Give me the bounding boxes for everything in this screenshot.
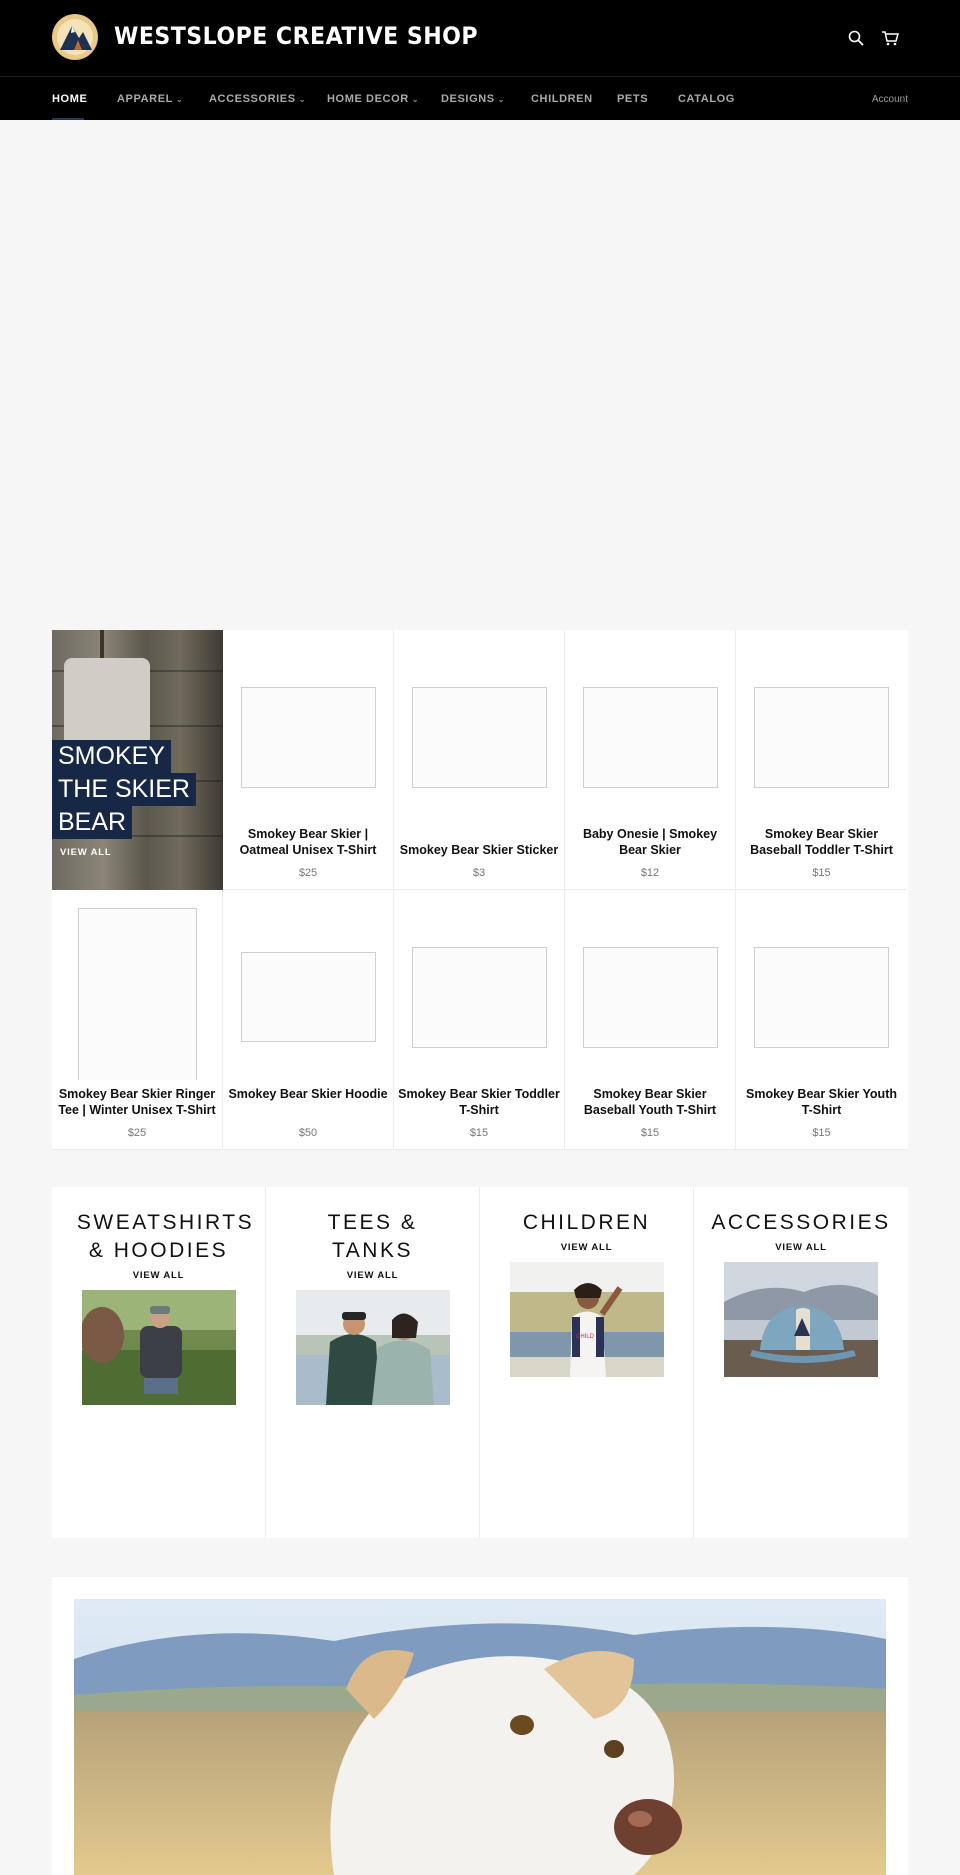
brand-name[interactable]: WESTSLOPE CREATIVE SHOP (114, 22, 478, 50)
nav-item-designs[interactable]: DESIGNS ⌄ (441, 93, 505, 105)
collection-title-line[interactable]: ACCESSORIES (694, 1209, 908, 1237)
collection-image[interactable] (724, 1262, 878, 1377)
product-card[interactable]: Smokey Bear Skier Hoodie $50 (223, 890, 394, 1150)
account-link[interactable]: Account (872, 94, 908, 105)
product-price: $25 (127, 1127, 147, 1139)
collection-accessories[interactable]: ACCESSORIES VIEW ALL (694, 1187, 908, 1538)
product-card[interactable]: Smokey Bear Skier Ringer Tee | Winter Un… (52, 890, 223, 1150)
product-card[interactable]: Smokey Bear Skier Youth T-Shirt $15 (736, 890, 907, 1150)
search-icon[interactable] (844, 26, 868, 50)
product-image[interactable] (412, 687, 547, 788)
product-title[interactable]: Smokey Bear Skier Youth T-Shirt (740, 1086, 903, 1118)
cart-icon[interactable] (878, 26, 902, 50)
featured-title-line: SMOKEY (52, 740, 171, 773)
dog-banner-image[interactable] (74, 1599, 886, 1875)
collection-image[interactable] (296, 1290, 450, 1405)
product-image[interactable] (583, 687, 718, 788)
view-all-link[interactable]: VIEW ALL (60, 847, 111, 858)
mountain-logo-icon[interactable] (52, 14, 98, 60)
product-price: $15 (640, 1127, 660, 1139)
nav-item-home-decor[interactable]: HOME DECOR ⌄ (327, 93, 419, 105)
product-title[interactable]: Smokey Bear Skier Hoodie (227, 1086, 389, 1102)
product-card[interactable]: Smokey Bear Skier Toddler T-Shirt $15 (394, 890, 565, 1150)
collection-list: SWEATSHIRTS & HOODIES VIEW ALL TEES & TA… (52, 1187, 908, 1538)
featured-title-line: BEAR (52, 806, 133, 839)
collection-title-line[interactable]: TEES & (266, 1209, 479, 1237)
product-image[interactable] (241, 952, 376, 1042)
view-all-link[interactable]: VIEW ALL (694, 1242, 908, 1253)
product-price: $25 (298, 867, 318, 879)
main-nav: HOME APPAREL ⌄ ACCESSORIES ⌄ HOME DECOR ⌄ D… (0, 76, 960, 121)
chevron-down-icon: ⌄ (411, 95, 420, 104)
product-title[interactable]: Smokey Bear Skier Baseball Toddler T-Shi… (740, 826, 903, 858)
product-title[interactable]: Smokey Bear Skier Sticker (398, 842, 560, 858)
hero-slideshow (0, 120, 960, 630)
shirt-image (64, 658, 150, 748)
collection-tees-tanks[interactable]: TEES & TANKS VIEW ALL (266, 1187, 480, 1538)
product-image[interactable] (583, 947, 718, 1048)
image-banner (52, 1577, 908, 1875)
chevron-down-icon: ⌄ (298, 95, 306, 104)
product-price: $3 (472, 867, 486, 879)
product-card[interactable]: Smokey Bear Skier Baseball Toddler T-Shi… (736, 630, 907, 890)
collection-sweatshirts-hoodies[interactable]: SWEATSHIRTS & HOODIES VIEW ALL (52, 1187, 266, 1538)
chevron-down-icon: ⌄ (175, 95, 184, 104)
product-image[interactable] (754, 687, 889, 788)
product-card[interactable]: Smokey Bear Skier | Oatmeal Unisex T-Shi… (223, 630, 394, 890)
view-all-link[interactable]: VIEW ALL (480, 1242, 693, 1253)
site-header: WESTSLOPE CREATIVE SHOP (0, 0, 960, 76)
nav-item-label: APPAREL (117, 93, 173, 105)
product-title[interactable]: Smokey Bear Skier Ringer Tee | Winter Un… (56, 1086, 218, 1118)
product-price: $50 (298, 1127, 318, 1139)
nav-item-label: HOME (52, 93, 88, 105)
product-price: $15 (812, 1127, 831, 1139)
nav-item-accessories[interactable]: ACCESSORIES ⌄ (209, 93, 306, 105)
collection-title-line[interactable]: TANKS (266, 1237, 479, 1265)
nav-item-children[interactable]: CHILDREN (531, 93, 593, 105)
featured-title-line: THE SKIER (52, 773, 196, 806)
featured-collection-grid: SMOKEY THE SKIER BEAR VIEW ALL Smokey Be… (52, 630, 908, 1150)
product-image[interactable] (754, 947, 889, 1048)
collection-title-line[interactable]: CHILDREN (480, 1209, 693, 1237)
nav-item-label: HOME DECOR (327, 93, 409, 105)
view-all-link[interactable]: VIEW ALL (52, 1270, 265, 1281)
collection-image[interactable]: CHILD (510, 1262, 664, 1377)
product-image[interactable] (412, 947, 547, 1048)
product-price: $15 (469, 1127, 489, 1139)
collection-title-line[interactable]: & HOODIES (52, 1237, 265, 1265)
collection-title-line[interactable]: SWEATSHIRTS (52, 1209, 265, 1237)
product-title[interactable]: Smokey Bear Skier Baseball Youth T-Shirt (569, 1086, 731, 1118)
product-image[interactable] (78, 908, 197, 1080)
product-title[interactable]: Baby Onesie | Smokey Bear Skier (569, 826, 731, 858)
product-card[interactable]: Smokey Bear Skier Sticker $3 (394, 630, 565, 890)
nav-item-pets[interactable]: PETS (617, 93, 648, 105)
nav-item-label: CHILDREN (531, 93, 593, 105)
svg-text:CHILD: CHILD (576, 1334, 595, 1340)
chevron-down-icon: ⌄ (497, 95, 506, 104)
nav-item-apparel[interactable]: APPAREL ⌄ (117, 93, 183, 105)
nav-item-label: PETS (617, 93, 649, 105)
product-image[interactable] (241, 687, 376, 788)
collection-image[interactable] (82, 1290, 236, 1405)
product-title[interactable]: Smokey Bear Skier | Oatmeal Unisex T-Shi… (227, 826, 389, 858)
product-card[interactable]: Baby Onesie | Smokey Bear Skier $12 (565, 630, 736, 890)
view-all-link[interactable]: VIEW ALL (266, 1270, 479, 1281)
nav-item-home[interactable]: HOME (52, 93, 87, 105)
nav-item-catalog[interactable]: CATALOG (678, 93, 735, 105)
nav-item-label: DESIGNS (441, 93, 495, 105)
product-price: $15 (812, 867, 831, 879)
product-price: $12 (640, 867, 660, 879)
nav-item-label: CATALOG (678, 93, 735, 105)
collection-children[interactable]: CHILDREN VIEW ALL CHILD (480, 1187, 694, 1538)
nav-item-label: ACCESSORIES (209, 93, 296, 105)
product-title[interactable]: Smokey Bear Skier Toddler T-Shirt (398, 1086, 560, 1118)
product-card[interactable]: Smokey Bear Skier Baseball Youth T-Shirt… (565, 890, 736, 1150)
featured-collection-tile[interactable]: SMOKEY THE SKIER BEAR VIEW ALL (52, 630, 223, 890)
